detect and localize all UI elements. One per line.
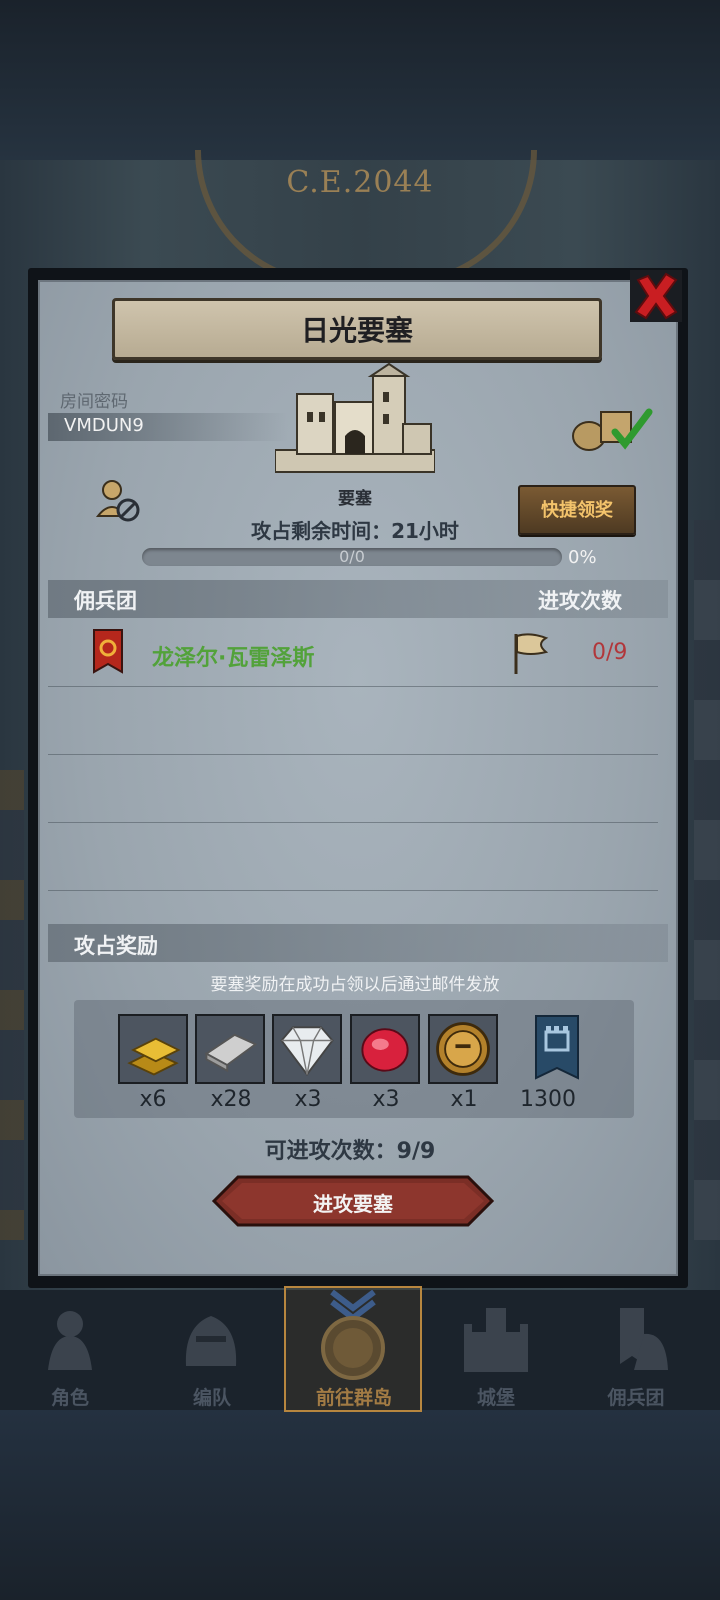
reward-qty: x3 bbox=[372, 1087, 400, 1112]
silver-bar-icon[interactable] bbox=[195, 1014, 265, 1084]
room-code-value[interactable]: VMDUN9 bbox=[64, 415, 144, 436]
castle-banner-icon[interactable] bbox=[522, 1014, 592, 1084]
nav-label: 前往群岛 bbox=[315, 1387, 392, 1409]
reward-qty: x1 bbox=[450, 1087, 478, 1112]
knight-medal-icon[interactable] bbox=[428, 1014, 498, 1084]
mercenary-name[interactable]: 龙泽尔·瓦雷泽斯 bbox=[152, 640, 314, 672]
compass-icon bbox=[321, 1290, 385, 1380]
nav-label: 城堡 bbox=[476, 1387, 515, 1409]
row-divider bbox=[48, 822, 658, 823]
attack-fortress-label[interactable]: 进攻要塞 bbox=[212, 1188, 494, 1217]
reward-qty: x3 bbox=[294, 1087, 322, 1112]
dialog-title: 日光要塞 bbox=[300, 314, 413, 347]
knight-icon bbox=[48, 1311, 92, 1370]
ruby-icon[interactable] bbox=[350, 1014, 420, 1084]
nav-label: 角色 bbox=[50, 1387, 89, 1409]
rewards-header: 攻占奖励 bbox=[74, 934, 158, 958]
era-text: C.E.2044 bbox=[286, 165, 434, 200]
nav-item-castle[interactable]: 城堡 bbox=[426, 1290, 566, 1410]
attack-count-header: 进攻次数 bbox=[538, 589, 622, 613]
mercenary-header: 佣兵团 bbox=[74, 589, 137, 613]
row-divider bbox=[48, 890, 658, 891]
gold-bar-icon[interactable] bbox=[118, 1014, 188, 1084]
diamond-icon[interactable] bbox=[272, 1014, 342, 1084]
nav-item-islands[interactable]: 前往群岛 bbox=[284, 1290, 424, 1410]
right-side-decor bbox=[694, 520, 720, 1240]
background-top bbox=[0, 0, 720, 160]
nav-item-formation[interactable]: 编队 bbox=[142, 1290, 282, 1410]
nav-label: 编队 bbox=[192, 1387, 231, 1409]
capture-percent: 0% bbox=[568, 547, 597, 568]
loot-claimed-icon[interactable] bbox=[571, 402, 655, 452]
capture-progress-text: 0/0 bbox=[339, 547, 365, 566]
row-divider bbox=[48, 754, 658, 755]
helmet-icon bbox=[185, 1316, 237, 1366]
capture-time-left: 攻占剩余时间：21小时 bbox=[251, 519, 459, 543]
no-member-icon[interactable] bbox=[94, 476, 142, 524]
nav-item-mercenary[interactable]: 佣兵团 bbox=[566, 1290, 706, 1410]
room-code-label: 房间密码 bbox=[60, 392, 128, 412]
mercenary-attack-count: 0/9 bbox=[592, 640, 628, 665]
flag-icon bbox=[514, 633, 549, 674]
castle-icon bbox=[464, 1308, 528, 1372]
nav-item-role[interactable]: 角色 bbox=[0, 1290, 140, 1410]
attack-attempts: 可进攻次数：9/9 bbox=[264, 1139, 436, 1164]
reward-qty: x6 bbox=[139, 1087, 167, 1112]
reward-qty: 1300 bbox=[520, 1087, 576, 1112]
background-bottom bbox=[0, 1410, 720, 1600]
row-divider bbox=[48, 686, 658, 687]
rewards-note: 要塞奖励在成功占领以后通过邮件发放 bbox=[210, 975, 500, 995]
fortress-type: 要塞 bbox=[338, 489, 372, 509]
close-icon[interactable] bbox=[628, 268, 684, 324]
quick-claim-label[interactable]: 快捷领奖 bbox=[518, 496, 636, 522]
merc-icon bbox=[620, 1308, 668, 1370]
left-side-decor bbox=[0, 770, 24, 1240]
fortress-icon bbox=[275, 362, 435, 473]
mercenary-emblem-icon bbox=[93, 629, 123, 674]
nav-label: 佣兵团 bbox=[607, 1387, 665, 1409]
